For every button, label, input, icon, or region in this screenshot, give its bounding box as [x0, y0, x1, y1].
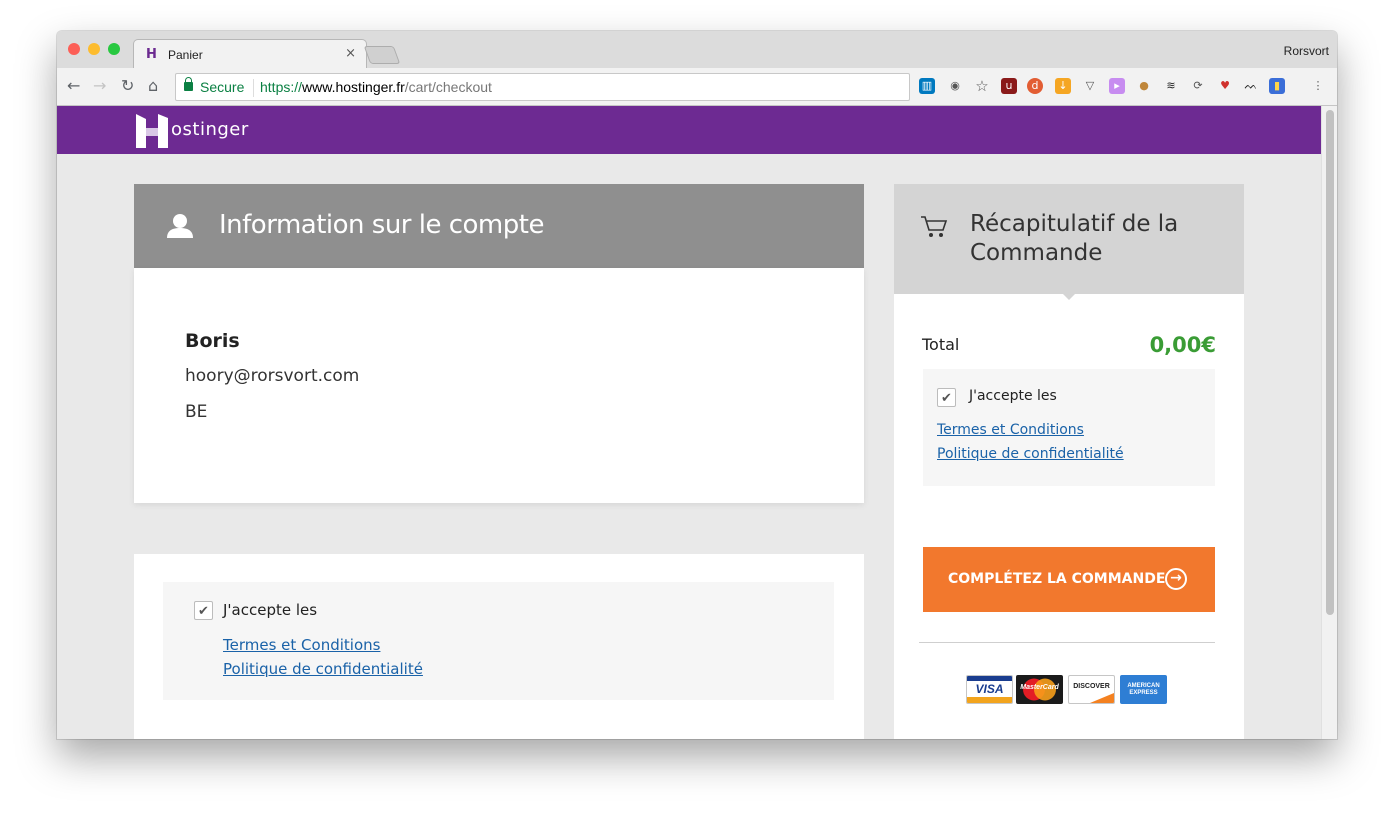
scrollbar-thumb[interactable] [1326, 110, 1334, 615]
account-country: BE [185, 402, 208, 422]
cookie-extension-icon[interactable]: ● [1136, 78, 1152, 94]
user-icon [167, 214, 193, 238]
wave-extension-icon[interactable]: ᨓ [1243, 78, 1259, 94]
browser-toolbar: ← → ↻ ⌂ Secure https://www.hostinger.fr/… [57, 68, 1337, 106]
secure-label: Secure [200, 79, 245, 95]
back-arrow-icon[interactable]: ← [67, 77, 80, 95]
url-text[interactable]: https://www.hostinger.fr/cart/checkout [260, 79, 492, 95]
account-card-body: Boris hoory@rorsvort.com BE [134, 268, 864, 503]
buffer-extension-icon[interactable]: ≋ [1163, 78, 1179, 94]
new-tab-button[interactable] [363, 46, 401, 64]
colorpicker-extension-icon[interactable]: ♥ [1217, 78, 1233, 94]
complete-order-label: COMPLÉTEZ LA COMMANDE [948, 571, 1166, 587]
profile-name[interactable]: Rorsvort [1284, 44, 1329, 58]
address-bar[interactable]: Secure https://www.hostinger.fr/cart/che… [175, 73, 910, 101]
summary-header: Récapitulatif de la Commande [894, 184, 1244, 294]
hostinger-logo-icon[interactable] [134, 112, 170, 150]
menu-dots-icon[interactable]: ⋮ [1310, 78, 1326, 94]
forward-arrow-icon[interactable]: → [93, 77, 106, 95]
summary-privacy-link[interactable]: Politique de confidentialité [937, 446, 1124, 462]
download-extension-icon[interactable]: ↓ [1055, 78, 1071, 94]
total-value: 0,00€ [1149, 333, 1216, 357]
terms-card: ✔ J'accepte les Termes et Conditions Pol… [134, 554, 864, 739]
accept-terms-checkbox[interactable]: ✔ [194, 601, 213, 620]
browser-window: H Panier × Rorsvort ← → ↻ ⌂ Secure https… [57, 31, 1337, 739]
summary-terms-link[interactable]: Termes et Conditions [937, 422, 1084, 438]
duckduckgo-extension-icon[interactable]: d [1027, 78, 1043, 94]
summary-accept-label: J'accepte les [969, 388, 1057, 404]
summary-terms-box: ✔ J'accepte les Termes et Conditions Pol… [923, 369, 1215, 486]
hostinger-favicon-icon: H [146, 47, 157, 62]
sync-extension-icon[interactable]: ⟳ [1190, 78, 1206, 94]
ublock-extension-icon[interactable]: u [1001, 78, 1017, 94]
summary-title: Récapitulatif de la Commande [970, 211, 1179, 266]
cart-icon [921, 216, 948, 237]
lock-icon [184, 77, 193, 91]
terms-box: ✔ J'accepte les Termes et Conditions Pol… [163, 582, 834, 700]
privacy-link[interactable]: Politique de confidentialité [223, 660, 423, 678]
reload-icon[interactable]: ↻ [121, 77, 134, 95]
bookmark-star-icon[interactable]: ☆ [974, 78, 990, 94]
password-extension-icon[interactable]: ◉ [947, 78, 963, 94]
pocket-extension-icon[interactable]: ▽ [1082, 78, 1098, 94]
summary-divider [919, 642, 1215, 643]
site-header: ostinger [57, 106, 1321, 154]
summary-notch [1062, 293, 1076, 300]
page-viewport: ostinger Information sur le compte Boris… [57, 106, 1321, 739]
trello-extension-icon[interactable]: ▥ [919, 78, 935, 94]
close-window-button[interactable] [68, 43, 80, 55]
accept-terms-label: J'accepte les [223, 601, 318, 619]
arrow-circle-icon: → [1165, 568, 1187, 590]
account-email: hoory@rorsvort.com [185, 366, 360, 386]
color-extension-icon[interactable]: ▸ [1109, 78, 1125, 94]
title-bar: H Panier × Rorsvort [57, 31, 1337, 68]
tab-close-icon[interactable]: × [345, 46, 356, 61]
bookmark-extension-icon[interactable]: ▮ [1269, 78, 1285, 94]
browser-tab[interactable]: H Panier × [133, 39, 367, 68]
maximize-window-button[interactable] [108, 43, 120, 55]
summary-accept-checkbox[interactable]: ✔ [937, 388, 956, 407]
account-card-header: Information sur le compte [134, 184, 864, 268]
home-icon[interactable]: ⌂ [148, 77, 158, 95]
address-separator [253, 79, 254, 97]
account-card-title: Information sur le compte [219, 210, 544, 240]
complete-order-button[interactable]: COMPLÉTEZ LA COMMANDE → [923, 547, 1215, 612]
total-label: Total [922, 335, 960, 354]
page-scrollbar[interactable] [1321, 106, 1337, 739]
tab-title: Panier [168, 48, 203, 62]
mastercard-logo: MasterCard [1016, 675, 1063, 704]
minimize-window-button[interactable] [88, 43, 100, 55]
amex-logo: AMERICAN EXPRESS [1120, 675, 1167, 704]
visa-logo: VISA [966, 675, 1013, 704]
terms-link[interactable]: Termes et Conditions [223, 636, 380, 654]
logo-text[interactable]: ostinger [171, 119, 249, 140]
account-name: Boris [185, 330, 240, 352]
summary-body: Total 0,00€ ✔ J'accepte les Termes et Co… [894, 293, 1244, 739]
discover-logo: DISCOVER [1068, 675, 1115, 704]
